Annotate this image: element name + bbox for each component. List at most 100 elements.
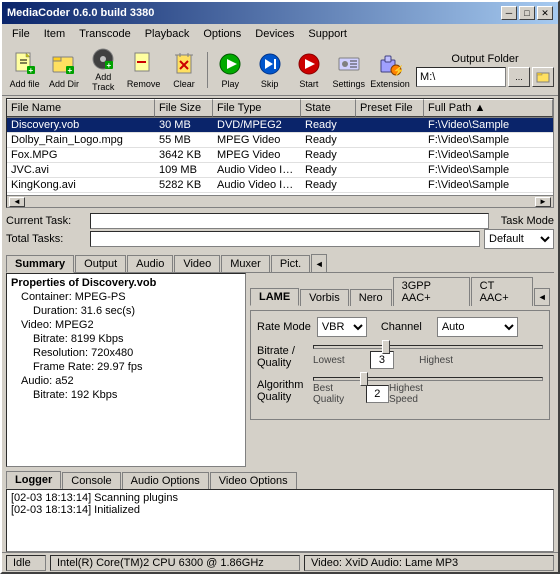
tab-console[interactable]: Console [62,472,120,489]
rate-mode-label: Rate Mode [257,321,311,333]
main-tabs: Summary Output Audio Video Muxer Pict. ◄ [2,250,558,272]
cell-size: 55 MB [155,133,213,147]
lame-content: Rate Mode VBR CBR ABR Channel Auto Stere… [250,310,550,420]
tab-audio-options[interactable]: Audio Options [122,472,209,489]
scroll-left-button[interactable]: ◄ [9,197,25,207]
bitrate-slider-track[interactable] [313,345,543,349]
tab-output[interactable]: Output [75,255,126,272]
tab-logger[interactable]: Logger [6,471,61,489]
tab-muxer[interactable]: Muxer [221,255,270,272]
rate-mode-select[interactable]: VBR CBR ABR [317,317,367,337]
table-row[interactable]: JVC.avi 109 MB Audio Video Interleave Re… [7,163,553,178]
scroll-track [26,198,534,206]
scroll-right-button[interactable]: ► [535,197,551,207]
add-dir-button[interactable]: + Add Dir [45,47,82,93]
menu-file[interactable]: File [6,26,36,42]
tab-audio[interactable]: Audio [127,255,173,272]
cell-preset [356,139,424,141]
maximize-button[interactable]: □ [519,6,535,20]
play-icon [216,50,244,78]
menu-bar: File Item Transcode Playback Options Dev… [2,24,558,44]
col-header-name[interactable]: File Name [7,99,155,117]
add-track-button[interactable]: + Add Track [85,47,122,93]
highest-speed-label: Highest Speed [389,383,453,405]
current-task-progress [90,213,489,229]
title-bar: MediaCoder 0.6.0 build 3380 ─ □ ✕ [2,2,558,24]
channel-select[interactable]: Auto Stereo Mono Joint Stereo [437,317,518,337]
col-header-path[interactable]: Full Path ▲ [424,99,553,117]
folder-open-button[interactable] [532,67,554,87]
log-entry: [02-03 18:13:14] Initialized [11,504,549,516]
remove-button[interactable]: Remove [124,47,164,93]
bitrate-label: Bitrate / Quality [257,345,307,369]
svg-text:+: + [67,66,72,75]
minimize-button[interactable]: ─ [501,6,517,20]
start-icon [295,50,323,78]
algorithm-slider-thumb[interactable] [360,372,368,386]
cell-path: F:\Video\Sample [424,118,553,132]
cell-size: 3642 KB [155,148,213,162]
browse-button[interactable]: ... [508,67,530,87]
algorithm-slider-track[interactable] [313,377,543,381]
clear-button[interactable]: Clear [165,47,202,93]
tab-video[interactable]: Video [174,255,220,272]
task-mode-select[interactable]: Default Sequential Parallel [484,229,554,249]
tab-vorbis[interactable]: Vorbis [300,289,349,306]
lame-tab-prev[interactable]: ◄ [534,288,550,306]
start-button[interactable]: Start [290,47,327,93]
menu-item[interactable]: Item [38,26,71,42]
tab-3gpp[interactable]: 3GPP AAC+ [393,277,470,306]
tab-nero[interactable]: Nero [350,289,392,306]
menu-transcode[interactable]: Transcode [73,26,137,42]
tab-ct-aac[interactable]: CT AAC+ [471,277,534,306]
tab-prev-arrow[interactable]: ◄ [311,254,327,272]
cell-type: Audio Video Interleave [213,178,301,192]
tab-pict[interactable]: Pict. [271,255,310,272]
col-header-type[interactable]: File Type [213,99,301,117]
cell-size: 5282 KB [155,178,213,192]
tab-lame[interactable]: LAME [250,288,299,306]
play-label: Play [222,79,240,89]
settings-label: Settings [333,79,366,89]
cell-preset [356,184,424,186]
tab-video-options[interactable]: Video Options [210,472,297,489]
right-panel: LAME Vorbis Nero 3GPP AAC+ CT AAC+ ◄ Rat… [246,273,554,467]
skip-button[interactable]: Skip [251,47,288,93]
col-header-state[interactable]: State [301,99,356,117]
play-button[interactable]: Play [212,47,249,93]
add-file-button[interactable]: + Add file [6,47,43,93]
menu-options[interactable]: Options [197,26,247,42]
file-list: File Name File Size File Type State Pres… [6,98,554,208]
menu-playback[interactable]: Playback [139,26,196,42]
extension-button[interactable]: ⚡ Extension [370,47,410,93]
algorithm-label: Algorithm Quality [257,379,307,403]
output-folder-input[interactable] [416,67,506,87]
col-header-size[interactable]: File Size [155,99,213,117]
settings-button[interactable]: Settings [330,47,369,93]
cell-type: MPEG Video [213,148,301,162]
add-file-icon: + [11,50,39,78]
cell-path: F:\Video\Sample [424,133,553,147]
file-list-header: File Name File Size File Type State Pres… [7,99,553,118]
table-row[interactable]: Dolby_Rain_Logo.mpg 55 MB MPEG Video Rea… [7,133,553,148]
clear-icon [170,50,198,78]
output-folder-area: Output Folder ... [416,53,554,87]
close-button[interactable]: ✕ [537,6,553,20]
logger-tabs: Logger Console Audio Options Video Optio… [6,467,554,489]
tab-summary[interactable]: Summary [6,255,74,273]
cell-preset [356,154,424,156]
bitrate-slider-thumb[interactable] [382,340,390,354]
menu-support[interactable]: Support [302,26,353,42]
lowest-label: Lowest [313,355,345,366]
menu-devices[interactable]: Devices [249,26,300,42]
log-entry: [02-03 18:13:14] Scanning plugins [11,492,549,504]
toolbar-divider [207,52,208,88]
algorithm-slider-row: Algorithm Quality Best Quality 2 Highest [257,377,543,405]
table-row[interactable]: Discovery.vob 30 MB DVD/MPEG2 Ready F:\V… [7,118,553,133]
table-row[interactable]: KingKong.avi 5282 KB Audio Video Interle… [7,178,553,193]
col-header-preset[interactable]: Preset File [356,99,424,117]
horizontal-scrollbar[interactable]: ◄ ► [7,195,553,207]
table-row[interactable]: Fox.MPG 3642 KB MPEG Video Ready F:\Vide… [7,148,553,163]
algorithm-slider-container [313,377,543,381]
add-track-icon: + [89,47,117,71]
